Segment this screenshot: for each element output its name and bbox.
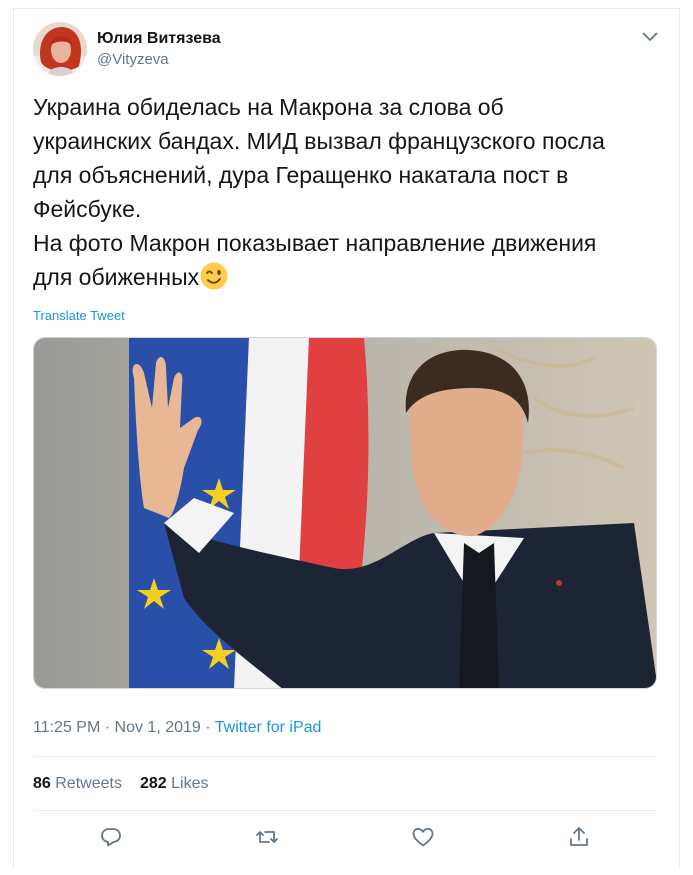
- tweet-text-line: украинских бандах. МИД вызвал французско…: [33, 128, 605, 154]
- meta-separator: ·: [205, 719, 211, 736]
- avatar[interactable]: [33, 22, 87, 76]
- tweet-date[interactable]: Nov 1, 2019: [115, 719, 201, 736]
- tweet-source[interactable]: Twitter for iPad: [215, 719, 322, 736]
- tweet-text-line: На фото Макрон показывает направление дв…: [33, 230, 597, 256]
- author-handle[interactable]: @Vityzeva: [97, 51, 169, 68]
- divider: [33, 810, 657, 811]
- tweet-photo[interactable]: [33, 337, 657, 689]
- tweet-text: Украина обиделась на Макрона за слова об…: [33, 90, 663, 294]
- divider: [33, 756, 657, 757]
- retweets-stat[interactable]: 86 Retweets: [33, 775, 122, 792]
- tweet-text-last-line: для обиженных: [33, 260, 663, 294]
- likes-stat[interactable]: 282 Likes: [140, 775, 209, 792]
- tweet-timestamp: 11:25 PM · Nov 1, 2019 · Twitter for iPa…: [33, 719, 321, 737]
- translate-tweet-link[interactable]: Translate Tweet: [33, 308, 125, 323]
- tweet-time[interactable]: 11:25 PM: [33, 719, 100, 736]
- tweet-text-line: Фейсбуке.: [33, 196, 142, 222]
- likes-label: Likes: [171, 775, 209, 792]
- tweet-text-line: для обиженных: [33, 264, 200, 290]
- retweet-icon[interactable]: [255, 825, 279, 849]
- chevron-down-icon[interactable]: [640, 29, 660, 45]
- retweets-count: 86: [33, 775, 51, 792]
- share-icon[interactable]: [567, 825, 591, 849]
- reply-icon[interactable]: [99, 825, 123, 849]
- like-icon[interactable]: [411, 825, 435, 849]
- retweets-label: Retweets: [55, 775, 122, 792]
- meta-separator: ·: [104, 719, 111, 736]
- tweet-text-line: для объяснений, дура Геращенко накатала …: [33, 162, 569, 188]
- tweet-stats: 86 Retweets 282 Likes: [33, 775, 208, 793]
- tweet-text-line: Украина обиделась на Макрона за слова об: [33, 94, 504, 120]
- likes-count: 282: [139, 775, 167, 792]
- author-name[interactable]: Юлия Витязева: [97, 30, 221, 48]
- winking-face-icon: [199, 261, 229, 291]
